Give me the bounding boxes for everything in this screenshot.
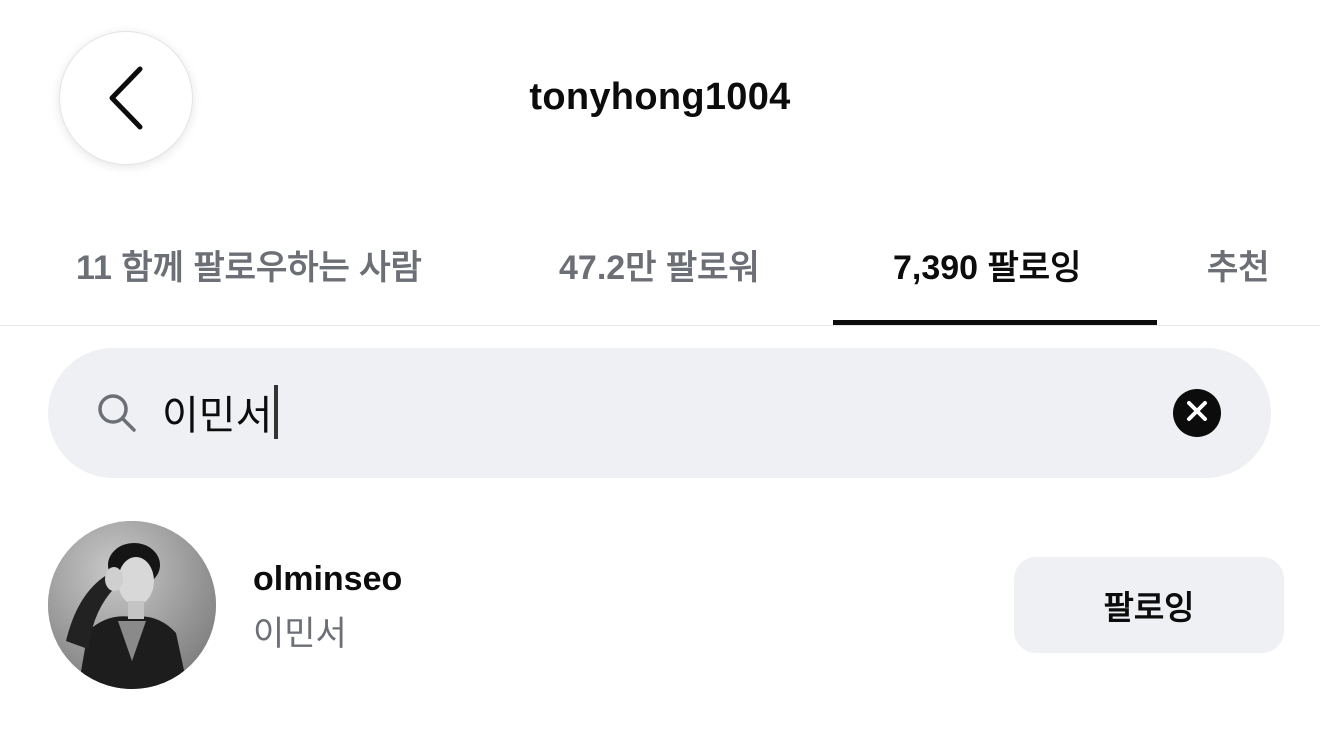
active-tab-indicator <box>833 320 1157 325</box>
page-title: tonyhong1004 <box>529 76 791 118</box>
tab-following[interactable]: 7,390 팔로잉 <box>893 240 1081 289</box>
following-button[interactable]: 팔로잉 <box>1014 557 1284 653</box>
tab-mutual-followers[interactable]: 11 함께 팔로우하는 사람 <box>76 240 422 289</box>
result-username[interactable]: olminseo <box>253 560 402 599</box>
search-input[interactable]: 이민서 <box>162 384 279 440</box>
text-caret <box>274 385 279 439</box>
avatar[interactable] <box>48 521 216 689</box>
following-list-screen: tonyhong1004 11 함께 팔로우하는 사람 47.2만 팔로워 7,… <box>0 0 1320 756</box>
close-circle-icon <box>1186 400 1208 427</box>
tab-followers[interactable]: 47.2만 팔로워 <box>559 240 760 289</box>
search-input-value: 이민서 <box>162 394 273 438</box>
search-icon <box>96 392 138 434</box>
tab-bar: 11 함께 팔로우하는 사람 47.2만 팔로워 7,390 팔로잉 추천 <box>0 232 1320 326</box>
clear-search-button[interactable] <box>1173 389 1221 437</box>
result-full-name: 이민서 <box>253 615 347 653</box>
tab-suggested[interactable]: 추천 <box>1207 240 1270 289</box>
